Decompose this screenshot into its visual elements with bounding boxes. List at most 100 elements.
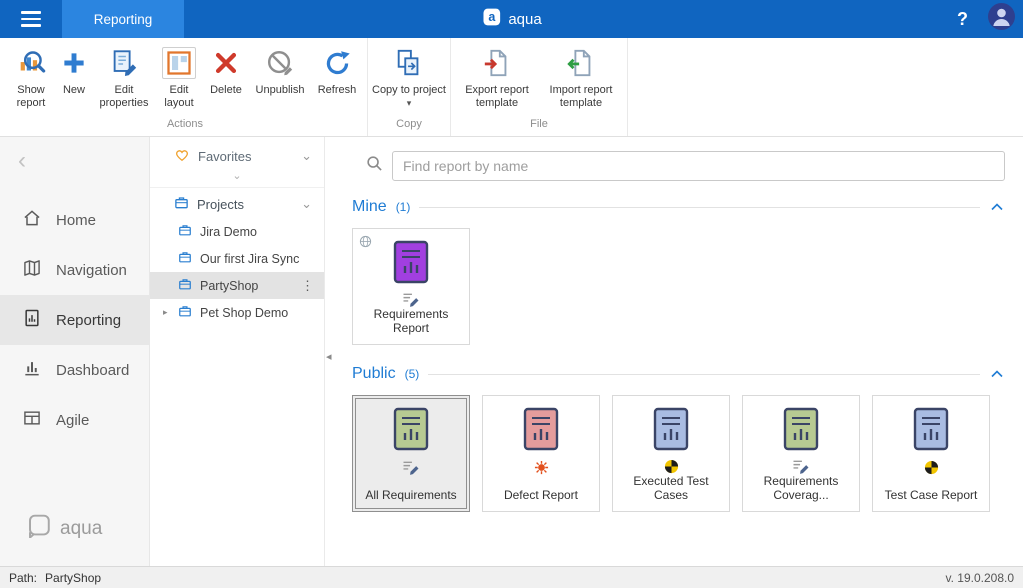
app-brand: a aqua bbox=[481, 7, 541, 32]
project-tree-panel: Favorites ⌄ ⌄ Projects ⌄ Jira Demo bbox=[150, 137, 325, 566]
report-card-defect-report[interactable]: Defect Report bbox=[482, 395, 600, 512]
sidebar-item-dashboard[interactable]: Dashboard bbox=[0, 345, 149, 395]
report-document-icon bbox=[523, 407, 559, 456]
sidebar-item-navigation[interactable]: Navigation bbox=[0, 245, 149, 295]
tree-item-label: Pet Shop Demo bbox=[200, 306, 288, 320]
section-header-mine: Mine (1) bbox=[352, 198, 1005, 216]
import-template-icon bbox=[566, 47, 596, 79]
content-area: ‹ Home Navigation bbox=[0, 137, 1023, 566]
sidebar-item-agile[interactable]: Agile bbox=[0, 395, 149, 445]
test-case-badge-icon bbox=[924, 459, 939, 475]
projects-label: Projects bbox=[197, 197, 244, 212]
panel-collapse-handle[interactable]: ◂ bbox=[326, 350, 332, 363]
report-document-icon bbox=[783, 407, 819, 456]
new-button[interactable]: New bbox=[55, 40, 93, 97]
reports-panel: ◂ Mine (1) bbox=[325, 137, 1023, 566]
refresh-button[interactable]: Refresh bbox=[311, 40, 363, 97]
search-input[interactable] bbox=[392, 151, 1005, 181]
project-icon bbox=[178, 277, 192, 294]
tree-item-pet-shop-demo[interactable]: ▸ Pet Shop Demo bbox=[150, 299, 324, 326]
collapse-section-button[interactable] bbox=[989, 368, 1005, 380]
projects-header[interactable]: Projects ⌄ bbox=[150, 190, 324, 218]
dashboard-icon bbox=[22, 358, 42, 382]
topbar-right: ? bbox=[957, 3, 1023, 35]
report-card-label: Defect Report bbox=[499, 488, 583, 502]
unpublish-icon bbox=[265, 47, 295, 79]
sidebar-back-button[interactable]: ‹ bbox=[18, 149, 26, 173]
show-report-button[interactable]: Show report bbox=[7, 40, 55, 110]
favorites-header[interactable]: Favorites ⌄ bbox=[150, 142, 324, 170]
edit-badge-icon bbox=[401, 292, 421, 307]
svg-text:a: a bbox=[488, 10, 496, 24]
report-card-executed-test-cases[interactable]: Executed Test Cases bbox=[612, 395, 730, 512]
aqua-footer-logo: aqua bbox=[26, 513, 102, 544]
edit-layout-button[interactable]: Edit layout bbox=[155, 40, 203, 110]
report-card-label: Executed Test Cases bbox=[613, 474, 729, 502]
tree-item-label: PartyShop bbox=[200, 279, 258, 293]
agile-icon bbox=[22, 408, 42, 432]
ribbon-group-label-actions: Actions bbox=[7, 115, 363, 134]
sidebar-item-label: Dashboard bbox=[56, 362, 129, 379]
tree-item-partyshop[interactable]: PartyShop ⋮ bbox=[150, 272, 324, 299]
chevron-down-icon: ⌄ bbox=[301, 148, 312, 164]
sidebar-item-reporting[interactable]: Reporting bbox=[0, 295, 149, 345]
tree-item-label: Our first Jira Sync bbox=[200, 252, 299, 266]
section-count: (1) bbox=[396, 200, 411, 214]
project-icon bbox=[178, 250, 192, 267]
hamburger-menu-button[interactable] bbox=[0, 0, 62, 38]
help-button[interactable]: ? bbox=[957, 9, 968, 30]
version-text: v. 19.0.208.0 bbox=[946, 571, 1015, 585]
report-document-icon bbox=[393, 240, 429, 289]
status-bar: Path: PartyShop v. 19.0.208.0 bbox=[0, 566, 1023, 588]
test-case-badge-icon bbox=[664, 459, 679, 474]
collapse-section-button[interactable] bbox=[989, 201, 1005, 213]
tab-reporting[interactable]: Reporting bbox=[62, 0, 184, 38]
edit-badge-icon bbox=[401, 459, 421, 475]
delete-button[interactable]: Delete bbox=[203, 40, 249, 97]
tree-item-label: Jira Demo bbox=[200, 225, 257, 239]
section-title: Mine bbox=[352, 198, 387, 216]
sidebar-item-label: Home bbox=[56, 212, 96, 229]
project-icon bbox=[178, 304, 192, 321]
bug-badge-icon bbox=[534, 459, 549, 475]
report-card-requirements-report[interactable]: Requirements Report bbox=[352, 228, 470, 345]
report-card-requirements-coverage[interactable]: Requirements Coverag... bbox=[742, 395, 860, 512]
favorites-label: Favorites bbox=[198, 149, 251, 164]
report-card-all-requirements[interactable]: All Requirements bbox=[352, 395, 470, 512]
home-icon bbox=[22, 208, 42, 232]
reporting-icon bbox=[22, 308, 42, 332]
edit-properties-button[interactable]: Edit properties bbox=[93, 40, 155, 110]
report-card-test-case-report[interactable]: Test Case Report bbox=[872, 395, 990, 512]
sidebar-item-home[interactable]: Home bbox=[0, 195, 149, 245]
favorites-expander[interactable]: ⌄ bbox=[150, 170, 324, 185]
report-document-icon bbox=[653, 407, 689, 456]
ribbon-group-actions: Show report New bbox=[3, 38, 367, 136]
tree-item-jira-demo[interactable]: Jira Demo bbox=[150, 218, 324, 245]
section-divider bbox=[419, 207, 980, 208]
dropdown-caret-icon: ▾ bbox=[407, 98, 412, 108]
mine-cards: Requirements Report bbox=[352, 228, 1007, 345]
section-divider bbox=[428, 374, 980, 375]
globe-icon bbox=[359, 235, 372, 253]
unpublish-button[interactable]: Unpublish bbox=[249, 40, 311, 97]
path-value: PartyShop bbox=[45, 571, 101, 585]
expand-arrow-icon[interactable]: ▸ bbox=[163, 307, 168, 318]
report-document-icon bbox=[393, 407, 429, 456]
copy-to-project-button[interactable]: Copy to project ▾ bbox=[372, 40, 446, 110]
projects-icon bbox=[174, 195, 189, 213]
report-card-label: Test Case Report bbox=[880, 488, 983, 502]
user-avatar[interactable] bbox=[988, 3, 1015, 35]
export-template-icon bbox=[482, 47, 512, 79]
report-document-icon bbox=[913, 407, 949, 456]
import-report-template-button[interactable]: Import report template bbox=[539, 40, 623, 110]
item-menu-button[interactable]: ⋮ bbox=[301, 278, 314, 294]
refresh-icon bbox=[323, 47, 352, 79]
section-header-public: Public (5) bbox=[352, 365, 1005, 383]
ribbon-group-label-file: File bbox=[455, 115, 623, 134]
heart-icon bbox=[174, 148, 190, 165]
edit-layout-icon bbox=[162, 47, 196, 79]
aqua-logo-icon bbox=[26, 513, 51, 544]
tree-item-our-first-jira-sync[interactable]: Our first Jira Sync bbox=[150, 245, 324, 272]
sidebar-item-label: Navigation bbox=[56, 262, 127, 279]
export-report-template-button[interactable]: Export report template bbox=[455, 40, 539, 110]
